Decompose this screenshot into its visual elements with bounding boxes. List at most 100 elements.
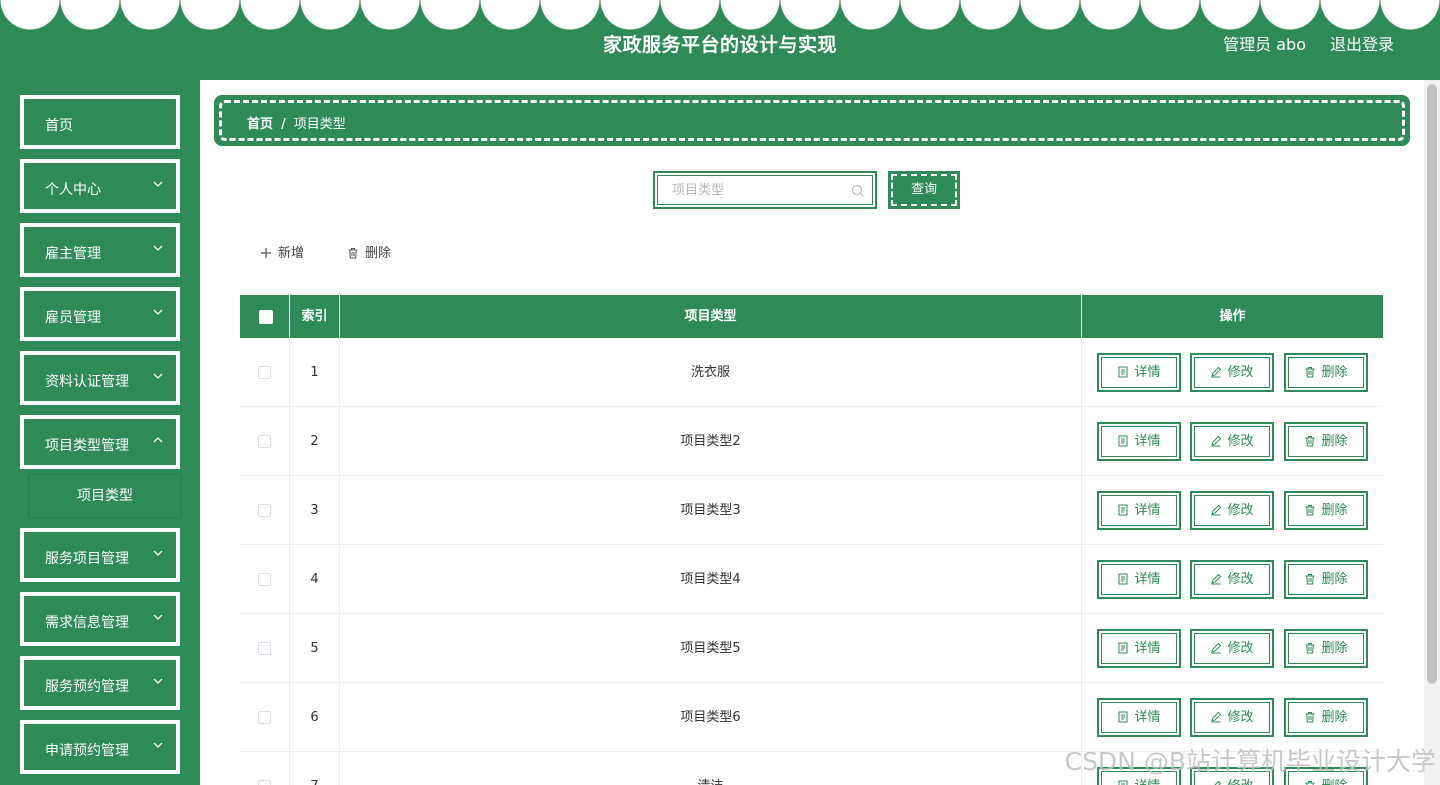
detail-button[interactable]: 详情 (1097, 629, 1181, 668)
sidebar-item-employer-management[interactable]: 雇主管理 (20, 223, 180, 277)
detail-button-inner: 详情 (1101, 357, 1177, 388)
column-header-type: 项目类型 (340, 295, 1082, 338)
trash-icon (1305, 505, 1315, 516)
delete-button-label: 删除 (1321, 365, 1348, 380)
edit-button-inner: 修改 (1194, 702, 1270, 733)
batch-delete-button[interactable]: 删除 (347, 242, 391, 261)
row-checkbox[interactable] (258, 573, 271, 586)
row-checkbox[interactable] (258, 504, 271, 517)
detail-button-label: 详情 (1134, 503, 1161, 518)
delete-button[interactable]: 删除 (1284, 629, 1368, 668)
edit-button[interactable]: 修改 (1190, 422, 1274, 461)
add-button-label: 新增 (278, 246, 305, 261)
sidebar-item-service-project-management[interactable]: 服务项目管理 (20, 528, 180, 582)
delete-button[interactable]: 删除 (1284, 698, 1368, 737)
detail-button-label: 详情 (1134, 572, 1161, 587)
edit-button[interactable]: 修改 (1190, 353, 1274, 392)
delete-button-label: 删除 (1321, 779, 1347, 785)
detail-button[interactable]: 详情 (1097, 560, 1181, 599)
sidebar-item-apply-booking-management[interactable]: 申请预约管理 (20, 720, 180, 774)
row-checkbox[interactable] (258, 366, 271, 379)
detail-button[interactable]: 详情 (1097, 491, 1181, 530)
edit-button[interactable]: 修改 (1190, 560, 1274, 599)
data-table: 索引 项目类型 操作 1 洗衣服 详情 修改 删除 2 项目类型2 详情 修改 删除 3 项目类型3 详… (240, 295, 1383, 785)
row-project-type: 项目类型5 (340, 614, 1082, 683)
delete-button[interactable]: 删除 (1284, 422, 1368, 461)
row-index: 3 (290, 476, 340, 545)
add-button[interactable]: 新增 (260, 242, 304, 261)
sidebar-item-demand-info-management[interactable]: 需求信息管理 (20, 592, 180, 646)
query-button-label: 查询 (891, 174, 957, 206)
row-project-type: 洗衣服 (340, 338, 1082, 407)
edit-button-label: 修改 (1227, 434, 1254, 449)
chevron-down-icon (153, 181, 163, 187)
row-checkbox[interactable] (258, 780, 271, 785)
query-button[interactable]: 查询 (888, 171, 960, 209)
sidebar-item-service-booking-management[interactable]: 服务预约管理 (20, 656, 180, 710)
delete-button[interactable]: 删除 (1284, 491, 1368, 530)
edit-icon (1211, 435, 1222, 447)
delete-button-inner: 删除 (1288, 357, 1364, 388)
edit-icon (1211, 642, 1222, 654)
sidebar-item-project-type-management[interactable]: 项目类型管理 (20, 415, 180, 469)
sidebar-item-certification-management[interactable]: 资料认证管理 (20, 351, 180, 405)
top-header: 家政服务平台的设计与实现 管理员 abo 退出登录 (0, 0, 1440, 80)
trash-icon (1305, 436, 1315, 447)
edit-button[interactable]: 修改 (1190, 629, 1274, 668)
document-icon (1118, 573, 1128, 585)
table-row: 2 项目类型2 详情 修改 删除 (240, 407, 1383, 476)
row-checkbox[interactable] (258, 642, 271, 655)
delete-button[interactable]: 删除 (1284, 560, 1368, 599)
trash-icon (1305, 781, 1315, 785)
scrollbar-thumb[interactable] (1427, 84, 1437, 684)
edit-button-label: 修改 (1227, 365, 1254, 380)
sidebar-item-label: 服务预约管理 (45, 679, 129, 695)
detail-button-inner: 详情 (1101, 495, 1177, 526)
select-all-checkbox[interactable] (259, 310, 273, 324)
detail-button[interactable]: 详情 (1097, 698, 1181, 737)
row-select-cell (240, 683, 290, 752)
chevron-up-icon (153, 437, 163, 443)
breadcrumb-separator: / (281, 117, 286, 132)
edit-button[interactable]: 修改 (1190, 491, 1274, 530)
search-icon (851, 184, 864, 197)
sidebar-item-home[interactable]: 首页 (20, 95, 180, 149)
row-checkbox[interactable] (258, 435, 271, 448)
edit-button-inner: 修改 (1194, 495, 1270, 526)
logout-link[interactable]: 退出登录 (1330, 31, 1394, 55)
search-box (653, 171, 877, 209)
delete-button[interactable]: 删除 (1284, 353, 1368, 392)
document-icon (1118, 711, 1128, 723)
trash-icon (1305, 712, 1315, 723)
edit-button-inner: 修改 (1194, 357, 1270, 388)
row-checkbox[interactable] (258, 711, 271, 724)
edit-button[interactable]: 修改 (1190, 698, 1274, 737)
sidebar-item-personal-center[interactable]: 个人中心 (20, 159, 180, 213)
sidebar-subitem-project-type[interactable]: 项目类型 (30, 475, 180, 517)
delete-button-inner: 删除 (1288, 426, 1364, 457)
detail-button[interactable]: 详情 (1097, 353, 1181, 392)
document-icon (1118, 780, 1128, 785)
breadcrumb-home[interactable]: 首页 (247, 117, 273, 132)
vertical-scrollbar[interactable] (1424, 80, 1440, 785)
row-select-cell (240, 476, 290, 545)
sidebar-item-label: 资料认证管理 (45, 374, 129, 390)
edit-icon (1211, 711, 1222, 723)
detail-button-inner: 详情 (1101, 564, 1177, 595)
delete-button-inner: 删除 (1288, 564, 1364, 595)
scallop-decoration (0, 0, 1440, 30)
detail-button[interactable]: 详情 (1097, 422, 1181, 461)
delete-button-label: 删除 (1321, 434, 1348, 449)
table-row: 4 项目类型4 详情 修改 删除 (240, 545, 1383, 614)
table-row: 5 项目类型5 详情 修改 删除 (240, 614, 1383, 683)
search-input[interactable] (657, 175, 873, 205)
plus-icon (261, 248, 271, 258)
document-icon (1118, 642, 1128, 654)
edit-icon (1211, 573, 1222, 585)
sidebar-item-label: 项目类型管理 (45, 438, 129, 454)
detail-button-label: 详情 (1134, 365, 1161, 380)
breadcrumb-current: 项目类型 (293, 117, 346, 132)
edit-icon (1211, 366, 1222, 378)
sidebar-item-employee-management[interactable]: 雇员管理 (20, 287, 180, 341)
chevron-down-icon (153, 678, 163, 684)
